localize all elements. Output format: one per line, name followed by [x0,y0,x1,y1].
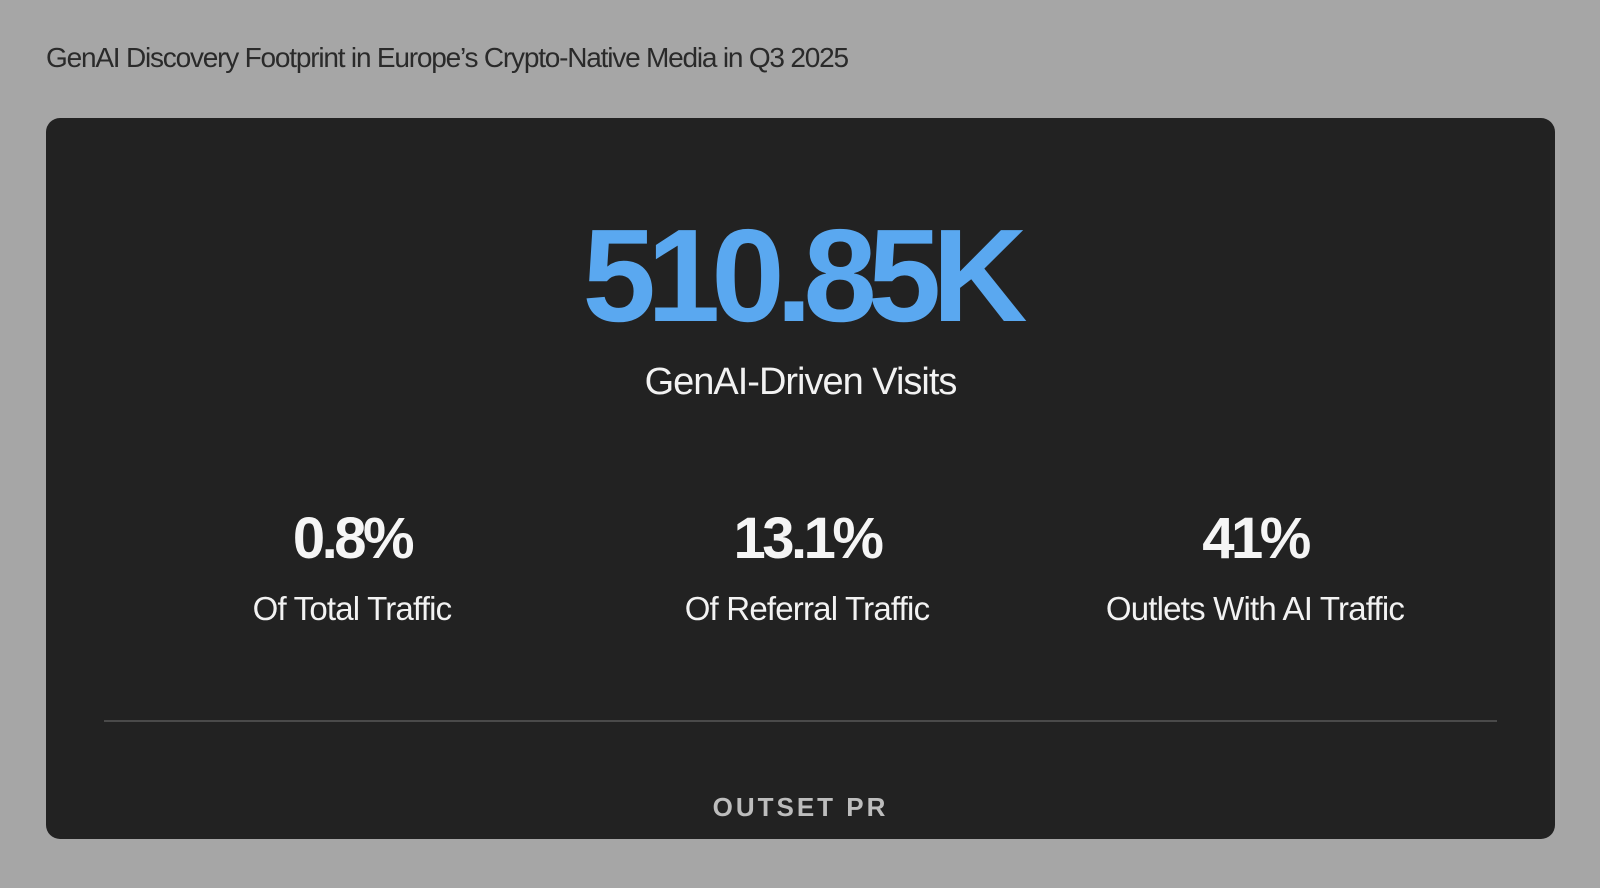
stat-outlets-ai: 41% Outlets With AI Traffic [1025,510,1485,628]
outset-pr-logo: OUTSET PR [712,792,889,822]
hero-value: 510.85K [582,202,1027,349]
page-title: GenAI Discovery Footprint in Europe’s Cr… [46,42,849,73]
stat-label: Of Total Traffic [252,590,453,627]
stat-label: Of Referral Traffic [684,590,930,627]
stat-value: 13.1% [733,506,884,571]
stat-label: Outlets With AI Traffic [1105,590,1405,627]
stat-total-traffic: 0.8% Of Total Traffic [122,510,582,628]
stat-value: 41% [1202,506,1311,571]
divider [104,720,1497,722]
stat-value: 0.8% [292,506,415,571]
stat-referral-traffic: 13.1% Of Referral Traffic [577,510,1037,628]
hero-label: GenAI-Driven Visits [644,361,958,403]
stats-card: 510.85K GenAI-Driven Visits 0.8% Of Tota… [46,118,1555,839]
